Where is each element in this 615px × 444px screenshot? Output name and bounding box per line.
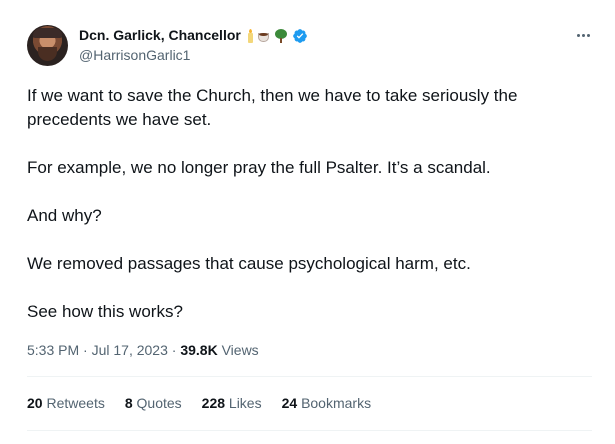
divider xyxy=(27,430,592,431)
bookmarks-count: 24 xyxy=(281,395,298,411)
tweet-paragraph: And why? xyxy=(27,206,102,225)
meta-separator: · xyxy=(167,342,181,358)
bookmarks-label: Bookmarks xyxy=(301,395,372,411)
quotes-count: 8 xyxy=(124,395,133,411)
retweets-link[interactable]: 20 Retweets xyxy=(27,394,105,412)
retweets-count: 20 xyxy=(27,395,43,411)
tweet-paragraph: If we want to save the Church, then we h… xyxy=(27,86,518,129)
more-dot xyxy=(576,33,580,37)
avatar-beard xyxy=(38,47,57,61)
tweet-body: If we want to save the Church, then we h… xyxy=(27,84,587,324)
tweet-paragraph: We removed passages that cause psycholog… xyxy=(27,254,471,273)
quotes-label: Quotes xyxy=(136,395,182,411)
author-avatar[interactable] xyxy=(27,25,68,66)
divider xyxy=(27,376,592,377)
more-dot xyxy=(581,33,585,37)
engagement-stats: 20 Retweets 8 Quotes 228 Likes 24 Bookma… xyxy=(27,394,391,412)
more-options-icon[interactable] xyxy=(574,26,592,44)
views-count: 39.8K xyxy=(180,342,218,358)
author-name-row: Dcn. Garlick, Chancellor xyxy=(79,26,575,45)
retweets-label: Retweets xyxy=(46,395,105,411)
quotes-link[interactable]: 8 Quotes xyxy=(125,394,182,412)
likes-link[interactable]: 228 Likes xyxy=(202,394,262,412)
tweet-meta: 5:33 PM · Jul 17, 2023 · 39.8K Views xyxy=(27,341,259,359)
tweet-paragraph: For example, we no longer pray the full … xyxy=(27,158,491,177)
likes-label: Likes xyxy=(228,395,262,411)
tweet-time[interactable]: 5:33 PM xyxy=(27,342,79,358)
bookmarks-link[interactable]: 24 Bookmarks xyxy=(282,394,372,412)
author-display-name[interactable]: Dcn. Garlick, Chancellor xyxy=(79,26,241,45)
candle-icon xyxy=(245,28,254,43)
verified-badge-icon xyxy=(293,28,307,43)
tweet-date[interactable]: Jul 17, 2023 xyxy=(92,342,168,358)
views-label: Views xyxy=(221,342,259,358)
more-dot xyxy=(586,33,590,37)
author-handle[interactable]: @HarrisonGarlic1 xyxy=(79,46,575,65)
tweet-paragraph: See how this works? xyxy=(27,302,183,321)
likes-count: 228 xyxy=(201,395,226,411)
meta-separator: · xyxy=(79,342,92,358)
coffee-icon xyxy=(257,29,271,43)
tweet-header: Dcn. Garlick, Chancellor @HarrisonGarlic… xyxy=(79,26,575,65)
avatar-cap xyxy=(33,28,62,38)
tree-icon xyxy=(274,28,288,43)
